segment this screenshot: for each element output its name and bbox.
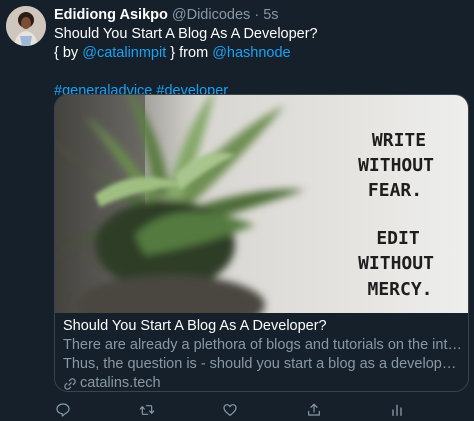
retweet-button[interactable] (138, 401, 156, 419)
tweet-text-mid: } from (166, 45, 213, 61)
meta-separator: · (254, 7, 260, 23)
avatar-image (6, 6, 46, 46)
tweet-text-line2: { by @catalinmpit } from @hashnode (54, 44, 468, 63)
author-handle[interactable]: @Didicodes (172, 7, 250, 23)
mention-link-catalinmpit[interactable]: @catalinmpit (82, 45, 166, 61)
card-image[interactable]: WRITE WITHOUT FEAR. EDIT WITHOUT MERCY. (55, 95, 468, 313)
like-icon (223, 404, 237, 416)
card-domain[interactable]: catalins.tech (63, 374, 463, 391)
card-image-text-1: WRITE (372, 130, 426, 151)
tweet-actions (54, 400, 406, 420)
card-title[interactable]: Should You Start A Blog As A Developer? (63, 317, 463, 336)
link-icon (64, 377, 76, 390)
card-image-text-6: MERCY. (367, 279, 432, 300)
reply-icon (56, 403, 70, 417)
retweet-icon (139, 405, 154, 415)
tweet-timestamp[interactable]: 5s (263, 7, 278, 23)
tweet-text-prefix: { by (54, 45, 83, 61)
mention-link-hashnode[interactable]: @hashnode (212, 45, 290, 61)
avatar[interactable] (6, 6, 46, 46)
tweet-header: Edidiong Asikpo @Didicodes · 5s (54, 6, 468, 25)
card-image-text-5: WITHOUT (358, 253, 434, 274)
card-description-line2: Thus, the question is - should you start… (63, 356, 463, 372)
card-image-text-4: EDIT (376, 228, 420, 249)
card-image-art: WRITE WITHOUT FEAR. EDIT WITHOUT MERCY. (55, 95, 468, 313)
card-domain-text: catalins.tech (80, 375, 161, 391)
tweet-text-line1: Should You Start A Blog As A Developer? (54, 26, 318, 42)
card-info[interactable]: Should You Start A Blog As A Developer? … (63, 317, 463, 391)
like-button[interactable] (221, 401, 239, 419)
share-button[interactable] (305, 401, 323, 419)
card-description: There are already a plethora of blogs an… (63, 336, 463, 374)
card-image-text-3: FEAR. (368, 180, 422, 201)
card-image-text-2: WITHOUT (358, 155, 434, 176)
reply-button[interactable] (54, 401, 72, 419)
author-name[interactable]: Edidiong Asikpo (54, 7, 168, 23)
analytics-button[interactable] (388, 401, 406, 419)
link-preview-card[interactable]: WRITE WITHOUT FEAR. EDIT WITHOUT MERCY. … (54, 94, 469, 392)
card-description-line1: There are already a plethora of blogs an… (63, 337, 463, 353)
tweet-content: Edidiong Asikpo @Didicodes · 5s Should Y… (54, 6, 468, 101)
share-icon (307, 403, 320, 416)
analytics-icon (392, 404, 402, 416)
